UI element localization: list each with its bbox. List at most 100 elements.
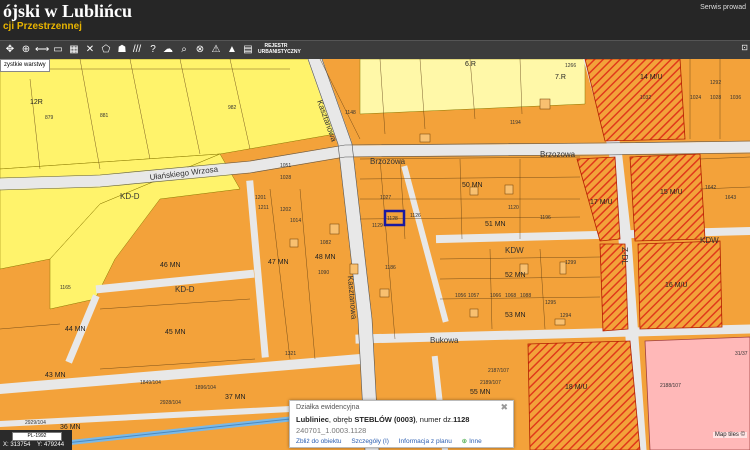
zone-label: 15 M/U bbox=[660, 189, 683, 196]
other-link-label: Inne bbox=[469, 438, 482, 445]
parcel-label: 1642 bbox=[705, 185, 716, 191]
cross-icon[interactable]: ✕ bbox=[83, 42, 97, 58]
parcel-label: 1024 bbox=[690, 95, 701, 101]
coordinate-x: X: 313754 bbox=[3, 442, 31, 448]
parcel-label: 1148 bbox=[345, 110, 356, 116]
parcel-label: 1292 bbox=[710, 80, 721, 86]
zoom-to-object-link[interactable]: Zbliż do obiektu bbox=[296, 438, 342, 445]
details-link[interactable]: Szczegóły (I) bbox=[351, 438, 389, 445]
zone-label: 52 MN bbox=[505, 272, 526, 279]
app-header: ójski w Lublińcu cji Przestrzennej Serwi… bbox=[0, 0, 750, 40]
parcel-label: 2929/104 bbox=[25, 420, 46, 426]
search-icon[interactable]: ⌕ bbox=[177, 42, 191, 58]
parcel-label: 2187/107 bbox=[488, 368, 509, 374]
street-label-z-dl: Z-DL bbox=[620, 247, 629, 265]
cloud-icon[interactable]: ☁ bbox=[161, 42, 175, 58]
parcel-label: 1028 bbox=[280, 175, 291, 181]
parcel-label: 1266 bbox=[565, 63, 576, 69]
street-label-kdw: KDW bbox=[505, 246, 524, 255]
zone-label: 55 MN bbox=[470, 389, 491, 396]
parcel-label: 1211 bbox=[258, 205, 269, 211]
parcel-label: 1186 bbox=[385, 265, 396, 271]
parcel-label: 1090 bbox=[318, 270, 329, 276]
map-svg: Brzozowa Brzozowa Kasztanowa Kasztanowa … bbox=[0, 59, 750, 450]
parcel-label: 1165 bbox=[60, 285, 71, 291]
print-icon[interactable]: ▤ bbox=[241, 42, 255, 58]
parcel-label: 1057 bbox=[468, 293, 479, 299]
zone-label: 43 MN bbox=[45, 372, 66, 379]
zone-label: 14 M/U bbox=[640, 74, 663, 81]
zone-label: 12R bbox=[30, 99, 43, 106]
parcel-label: 1088 bbox=[520, 293, 531, 299]
zone-label: 46 MN bbox=[160, 262, 181, 269]
zone-label: 50 MN bbox=[462, 182, 483, 189]
app-subtitle: cji Przestrzennej bbox=[3, 21, 82, 32]
parcel-label: 881 bbox=[100, 113, 109, 119]
zone-label: 45 MN bbox=[165, 329, 186, 336]
coordinate-y: Y: 479244 bbox=[37, 442, 65, 448]
parcel-label: 1201 bbox=[255, 195, 266, 201]
parcel-label: 1896/104 bbox=[195, 385, 216, 391]
zone-label: 37 MN bbox=[225, 394, 246, 401]
grid-icon[interactable]: ▦ bbox=[67, 42, 81, 58]
close-icon[interactable]: ✖ bbox=[500, 402, 508, 413]
parcel-label: 1027 bbox=[380, 195, 391, 201]
popup-number-label: , numer dz. bbox=[415, 415, 454, 424]
map-toolbar: ✥ ⊕ ⟷ ▭ ▦ ✕ ⬠ ☗ /// ? ☁ ⌕ ⊗ ⚠ ▲ ▤ REJEST… bbox=[0, 40, 750, 60]
parcel-label: 879 bbox=[45, 115, 54, 121]
layers-button[interactable]: zystkie warstwy bbox=[0, 59, 50, 72]
warning-icon[interactable]: ⚠ bbox=[209, 42, 223, 58]
parcel-description: Lubliniec, obręb STEBLÓW (0003), numer d… bbox=[296, 415, 469, 424]
chart-icon[interactable]: ▲ bbox=[225, 42, 239, 58]
parcel-label: 2189/107 bbox=[480, 380, 501, 386]
map-attribution: Map tiles © bbox=[712, 432, 747, 438]
parcel-label: 1849/104 bbox=[140, 380, 161, 386]
projection-select[interactable]: PL-1992 bbox=[12, 432, 62, 441]
zoom-control-icon[interactable]: ⊡ bbox=[741, 43, 748, 52]
other-link[interactable]: ⊕ Inne bbox=[462, 438, 490, 445]
zone-label: 16 M/U bbox=[665, 282, 688, 289]
street-label-kd-d: KD-D bbox=[120, 192, 140, 201]
map-canvas[interactable]: Brzozowa Brzozowa Kasztanowa Kasztanowa … bbox=[0, 59, 750, 450]
zone-label: 6.R bbox=[465, 61, 476, 68]
parcel-label: 1066 bbox=[490, 293, 501, 299]
popup-city: Lubliniec bbox=[296, 415, 329, 424]
parcel-label: 1128 bbox=[387, 216, 398, 222]
parcel-label: 982 bbox=[228, 105, 237, 111]
zone-label: 7.R bbox=[555, 74, 566, 81]
zone-label: 53 MN bbox=[505, 312, 526, 319]
plus-icon: ⊕ bbox=[461, 438, 468, 445]
register-button[interactable]: REJESTR URBANISTYCZNY bbox=[258, 43, 301, 55]
popup-title: Działka ewidencyjna bbox=[296, 404, 360, 411]
parcel-label: 1129 bbox=[372, 223, 383, 229]
measure-icon[interactable]: ⟷ bbox=[35, 42, 49, 58]
parcel-label: 1321 bbox=[285, 351, 296, 357]
parcel-label: 1299 bbox=[565, 260, 576, 266]
zoom-in-icon[interactable]: ⊕ bbox=[19, 42, 33, 58]
parcel-label: 1036 bbox=[730, 95, 741, 101]
parcel-label: 1294 bbox=[560, 313, 571, 319]
header-right-text: Serwis prowad bbox=[700, 4, 746, 11]
parcel-info-popup: Działka ewidencyjna ✖ Lubliniec, obręb S… bbox=[289, 400, 514, 448]
plan-info-link[interactable]: Informacja z planu bbox=[399, 438, 452, 445]
hatch-icon[interactable]: /// bbox=[130, 42, 144, 58]
popup-obreb: STEBLÓW (0003) bbox=[354, 415, 416, 424]
parcel-label: 1082 bbox=[320, 240, 331, 246]
parcel-label: 1643 bbox=[725, 195, 736, 201]
parcel-label: 1014 bbox=[290, 218, 301, 224]
polygon-icon[interactable]: ⬠ bbox=[99, 42, 113, 58]
shape-icon[interactable]: ☗ bbox=[115, 42, 129, 58]
pan-icon[interactable]: ✥ bbox=[3, 42, 17, 58]
area-icon[interactable]: ▭ bbox=[51, 42, 65, 58]
map-search-icon[interactable]: ⊗ bbox=[193, 42, 207, 58]
parcel-label: 1028 bbox=[710, 95, 721, 101]
zone-label: 51 MN bbox=[485, 221, 506, 228]
street-label-bukowa: Bukowa bbox=[430, 336, 459, 345]
parcel-label: 1196 bbox=[540, 215, 551, 221]
zone-label: 17 M/U bbox=[590, 199, 613, 206]
street-label-kd-d-2: KD-D bbox=[175, 285, 195, 294]
help-icon[interactable]: ? bbox=[146, 42, 160, 58]
parcel-label: 1051 bbox=[280, 163, 291, 169]
popup-parcel-number: 1128 bbox=[453, 415, 470, 424]
parcel-label: 2188/107 bbox=[660, 383, 681, 389]
